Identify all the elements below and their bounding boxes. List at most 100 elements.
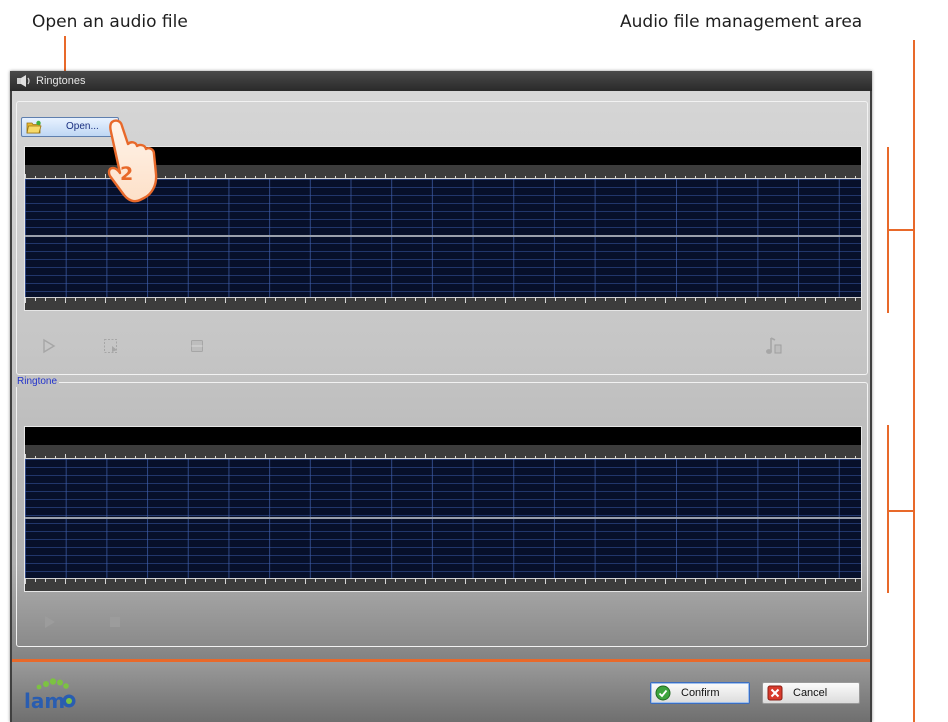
ruler-tick — [95, 579, 96, 582]
iam-logo: lam — [24, 678, 76, 712]
play-icon[interactable] — [42, 338, 56, 354]
ruler-tick — [175, 298, 176, 301]
ruler-tick — [615, 298, 616, 301]
ruler-tick — [135, 579, 136, 582]
ruler-tick — [345, 298, 346, 303]
ruler-tick — [305, 579, 306, 584]
ruler-tick — [295, 298, 296, 301]
ruler-tick — [585, 579, 586, 584]
waveform-grid — [25, 459, 861, 579]
area-bracket-vertical — [913, 40, 915, 722]
ruler-tick — [375, 298, 376, 301]
play-icon[interactable] — [43, 615, 57, 629]
ruler-tick — [685, 298, 686, 301]
folder-open-icon — [26, 120, 42, 134]
waveform-ruler-bottom-line — [25, 578, 861, 579]
ruler-tick — [695, 579, 696, 582]
ruler-tick — [495, 298, 496, 301]
ruler-tick — [115, 579, 116, 582]
ruler-tick — [325, 579, 326, 582]
ruler-tick — [315, 298, 316, 301]
ruler-tick — [795, 298, 796, 301]
ruler-tick — [655, 579, 656, 582]
ruler-tick — [635, 298, 636, 301]
ruler-tick — [85, 579, 86, 582]
cancel-label: Cancel — [793, 687, 828, 699]
ruler-tick — [225, 298, 226, 303]
ruler-tick — [355, 579, 356, 582]
ruler-tick — [725, 298, 726, 301]
ruler-tick — [215, 298, 216, 301]
ruler-tick — [275, 298, 276, 301]
ruler-tick — [775, 579, 776, 582]
ruler-tick — [145, 298, 146, 303]
ruler-tick — [535, 298, 536, 301]
ruler-tick — [155, 298, 156, 301]
ruler-tick — [215, 579, 216, 582]
ruler-tick — [35, 579, 36, 582]
ruler-tick — [425, 298, 426, 303]
ringtone-waveform[interactable] — [24, 426, 862, 592]
confirm-button[interactable]: Confirm — [650, 682, 750, 704]
ruler-tick — [795, 579, 796, 582]
ringtone-legend: Ringtone — [15, 376, 60, 387]
ruler-tick — [255, 579, 256, 582]
ruler-tick — [665, 298, 666, 303]
area-bracket-join-b — [887, 510, 914, 512]
cancel-button[interactable]: Cancel — [762, 682, 860, 704]
ruler-tick — [735, 579, 736, 582]
ruler-tick — [425, 579, 426, 584]
ruler-tick — [435, 579, 436, 582]
ruler-tick — [285, 298, 286, 301]
waveform-ruler-bottom — [25, 579, 861, 591]
ruler-tick — [495, 579, 496, 582]
ruler-tick — [505, 579, 506, 584]
stop-icon[interactable] — [190, 339, 204, 353]
ruler-tick — [365, 579, 366, 582]
ruler-tick — [745, 579, 746, 584]
ruler-tick — [185, 579, 186, 584]
ruler-tick — [705, 298, 706, 303]
music-note-icon[interactable] — [765, 336, 783, 356]
ruler-tick — [675, 298, 676, 301]
ruler-tick — [235, 579, 236, 582]
ruler-tick — [745, 298, 746, 303]
ruler-tick — [375, 579, 376, 582]
dialog-footer: lam Confirm Cancel — [12, 662, 870, 722]
ruler-tick — [545, 579, 546, 584]
ruler-tick — [285, 579, 286, 582]
ruler-tick — [25, 298, 26, 303]
window-title: Ringtones — [36, 75, 86, 87]
ruler-tick — [85, 298, 86, 301]
ruler-tick — [675, 579, 676, 582]
ruler-tick — [445, 579, 446, 582]
select-icon[interactable] — [103, 338, 119, 354]
ruler-tick — [55, 298, 56, 301]
ruler-tick — [205, 298, 206, 301]
ruler-tick — [335, 298, 336, 301]
ruler-tick — [235, 298, 236, 301]
ruler-tick — [655, 298, 656, 301]
ruler-tick — [465, 579, 466, 584]
ruler-tick — [165, 298, 166, 301]
ruler-tick — [165, 579, 166, 582]
ruler-tick — [485, 298, 486, 301]
title-bar: Ringtones — [10, 71, 872, 91]
ruler-tick — [395, 579, 396, 582]
ruler-tick — [525, 298, 526, 301]
ruler-tick — [615, 579, 616, 582]
ruler-tick — [385, 579, 386, 584]
ruler-tick — [55, 579, 56, 582]
ruler-tick — [475, 579, 476, 582]
ruler-tick — [775, 298, 776, 301]
ruler-tick — [555, 298, 556, 301]
stop-icon[interactable] — [109, 616, 121, 628]
ruler-tick — [555, 579, 556, 582]
ruler-tick — [95, 298, 96, 301]
ruler-tick — [455, 298, 456, 301]
ruler-tick — [295, 579, 296, 582]
ruler-tick — [455, 579, 456, 582]
ruler-tick — [815, 298, 816, 301]
ruler-tick — [45, 579, 46, 582]
speaker-icon — [17, 75, 30, 87]
